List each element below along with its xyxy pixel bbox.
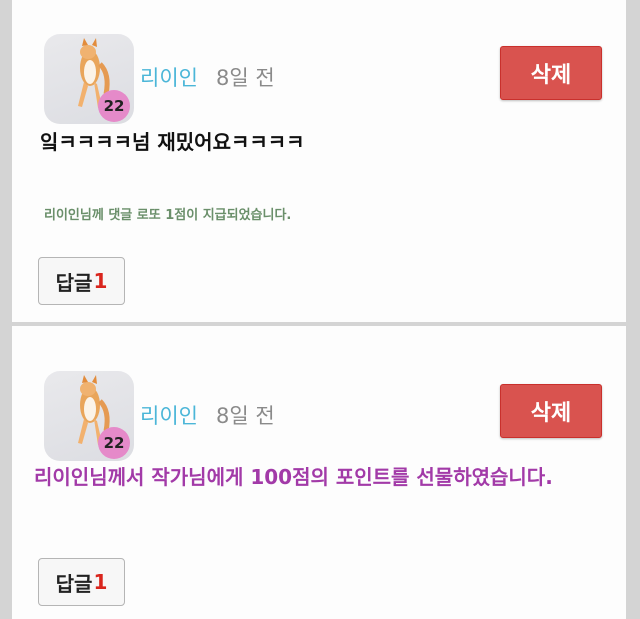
reply-label: 답글	[55, 571, 93, 596]
reply-label: 답글	[55, 270, 93, 295]
author-name[interactable]: 리이인	[140, 62, 198, 92]
avatar[interactable]: 22	[44, 371, 134, 461]
reply-count: 1	[93, 570, 108, 594]
reply-button[interactable]: 답글 1	[38, 257, 125, 305]
gift-notice: 리이인님께서 작가님에게 100점의 포인트를 선물하였습니다.	[34, 465, 553, 489]
reply-count: 1	[93, 269, 108, 293]
delete-button[interactable]: 삭제	[500, 46, 602, 100]
level-badge: 22	[98, 427, 130, 459]
lotto-notice: 리이인님께 댓글 로또 1점이 지급되었습니다.	[44, 208, 292, 223]
level-badge: 22	[98, 90, 130, 122]
delete-button[interactable]: 삭제	[500, 384, 602, 438]
timestamp: 8일 전	[216, 404, 275, 428]
author-name[interactable]: 리이인	[140, 400, 198, 430]
comment-text: 잌ㅋㅋㅋㅋ넘 재밌어요ㅋㅋㅋㅋ	[40, 130, 305, 154]
avatar[interactable]: 22	[44, 34, 134, 124]
timestamp: 8일 전	[216, 66, 275, 90]
comment-card: 22 리이인 8일 전 삭제 잌ㅋㅋㅋㅋ넘 재밌어요ㅋㅋㅋㅋ 리이인님께 댓글 …	[12, 0, 626, 322]
reply-button[interactable]: 답글 1	[38, 558, 125, 606]
comment-card: 22 리이인 8일 전 삭제 리이인님께서 작가님에게 100점의 포인트를 선…	[12, 326, 626, 619]
